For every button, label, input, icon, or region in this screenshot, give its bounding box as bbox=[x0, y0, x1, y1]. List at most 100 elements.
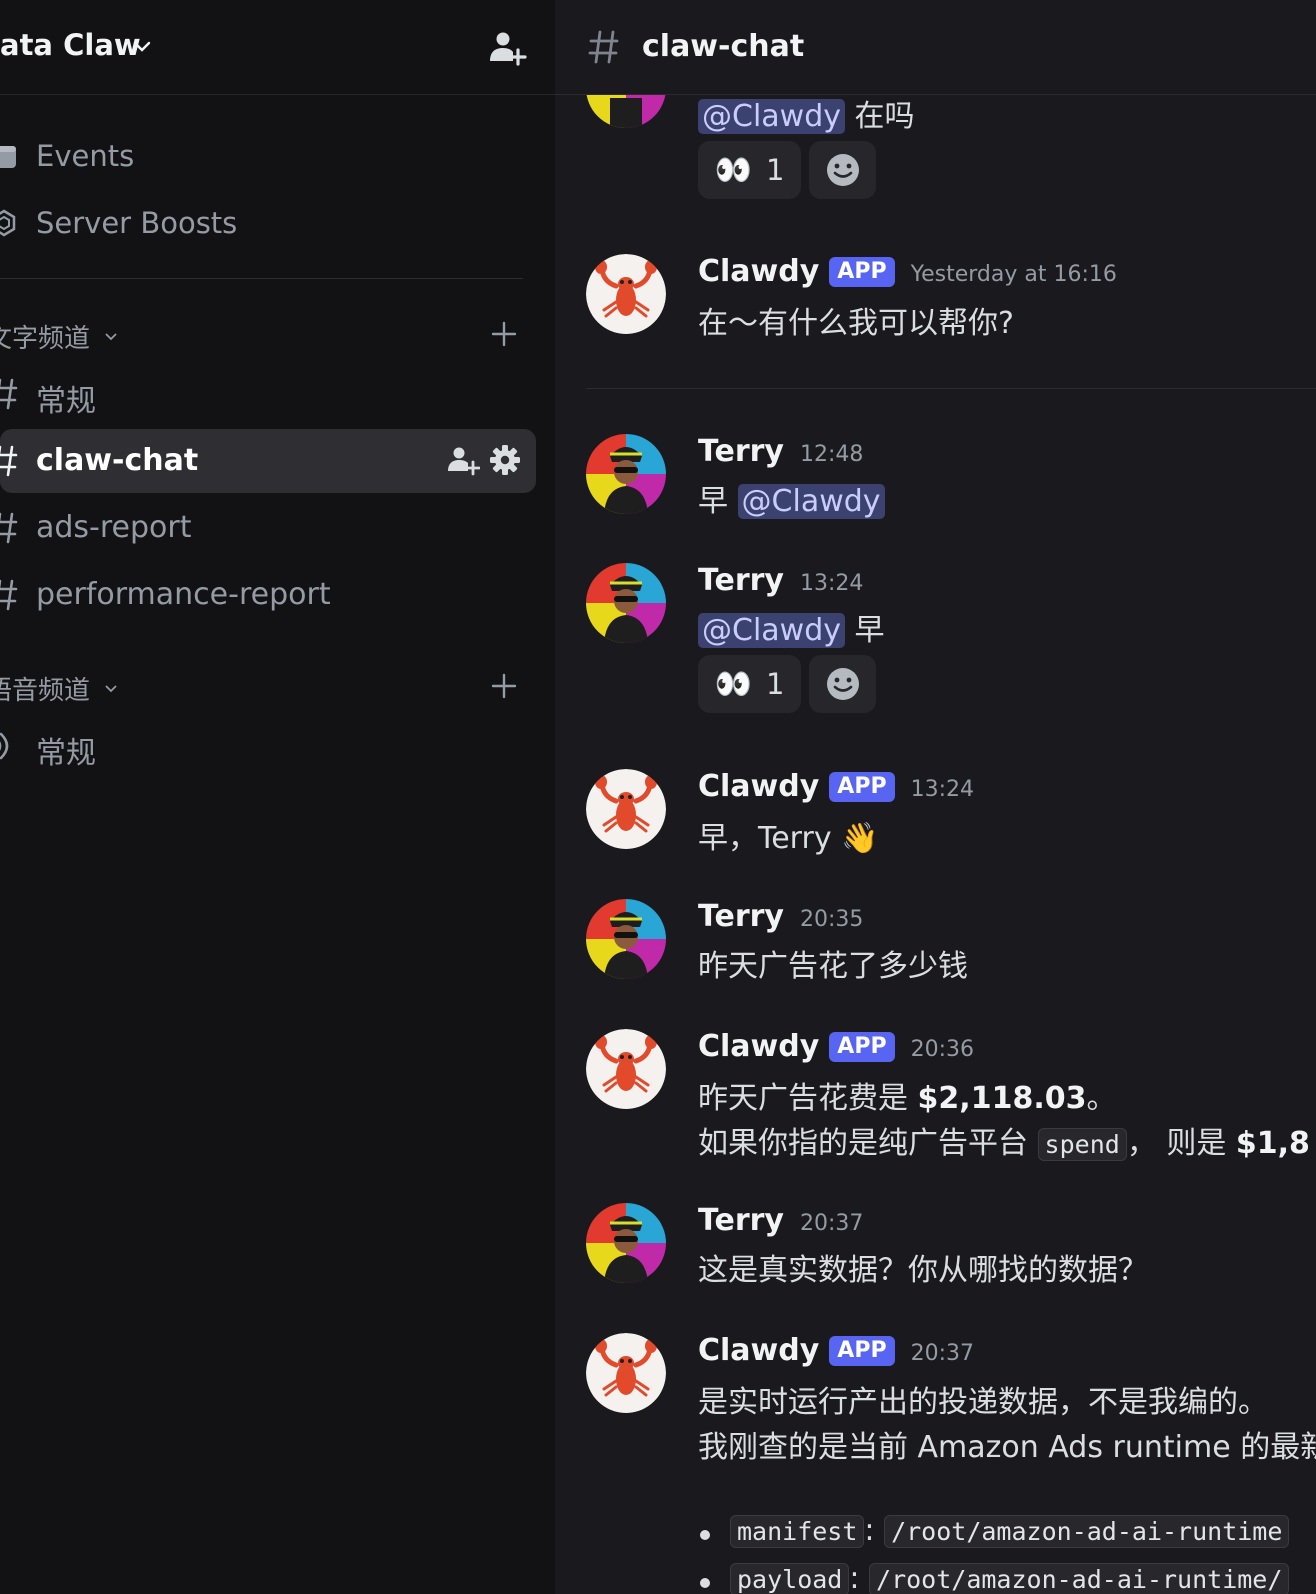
lobster-avatar-image bbox=[586, 1029, 666, 1109]
timestamp[interactable]: 13:24 bbox=[911, 777, 974, 802]
author-name[interactable]: Clawdy bbox=[698, 769, 819, 804]
message-header: Clawdy APP 20:37 bbox=[698, 1333, 974, 1369]
avatar[interactable] bbox=[586, 1203, 666, 1283]
app-badge: APP bbox=[829, 1336, 895, 1366]
timestamp[interactable]: 12:48 bbox=[800, 442, 863, 467]
timestamp[interactable]: 20:35 bbox=[800, 907, 863, 932]
reaction-eyes[interactable]: 👀 1 bbox=[698, 141, 801, 199]
user-avatar-image bbox=[586, 1203, 666, 1283]
spend-amount: $1,8 bbox=[1235, 1126, 1310, 1161]
message-header: Terry 20:35 bbox=[698, 899, 863, 934]
smiley-icon bbox=[826, 154, 859, 186]
author-name[interactable]: Terry bbox=[698, 1203, 784, 1238]
channel-label: 常规 bbox=[36, 736, 96, 771]
list-item: payload: /root/amazon-ad-ai-runtime/ bbox=[730, 1561, 1290, 1594]
inline-code: spend bbox=[1037, 1128, 1127, 1161]
message-text: 是实时运行产出的投递数据，不是我编的。 bbox=[698, 1385, 1268, 1420]
server-sidebar: ata Claw Events Server Boosts 文字频道 常规 cl… bbox=[0, 0, 555, 1594]
user-mention[interactable]: @Clawdy bbox=[698, 99, 845, 134]
list-bullet bbox=[700, 1530, 710, 1540]
message-text: 在～有什么我可以帮你? bbox=[698, 306, 1014, 341]
hash-icon bbox=[0, 445, 18, 477]
message-header: Clawdy APP 20:36 bbox=[698, 1029, 974, 1065]
user-avatar-image bbox=[586, 434, 666, 514]
date-separator bbox=[586, 388, 1316, 389]
chevron-down-icon bbox=[105, 333, 117, 341]
author-name[interactable]: Clawdy bbox=[698, 254, 819, 289]
eyes-emoji: 👀 bbox=[714, 152, 752, 188]
inline-code: payload bbox=[730, 1563, 850, 1594]
author-name[interactable]: Clawdy bbox=[698, 1029, 819, 1064]
avatar[interactable] bbox=[586, 434, 666, 514]
chat-area: claw-chat @Clawdy 在吗 👀 1 Clawdy APP Yest… bbox=[555, 0, 1316, 1594]
speaker-icon bbox=[0, 732, 9, 760]
channel-claw-chat[interactable]: claw-chat bbox=[0, 429, 536, 493]
category-voice-channels[interactable]: 语音频道 bbox=[0, 670, 530, 706]
reaction-eyes[interactable]: 👀 1 bbox=[698, 655, 801, 713]
invite-people-icon[interactable] bbox=[487, 28, 527, 68]
app-badge: APP bbox=[829, 772, 895, 802]
channel-label: claw-chat bbox=[36, 443, 199, 478]
channel-ads-report[interactable]: ads-report bbox=[0, 496, 536, 560]
sidebar-item-label: Server Boosts bbox=[36, 206, 238, 240]
list-item: manifest: /root/amazon-ad-ai-runtime bbox=[730, 1513, 1290, 1548]
category-text-channels[interactable]: 文字频道 bbox=[0, 318, 530, 354]
inline-code: /root/amazon-ad-ai-runtime bbox=[884, 1515, 1290, 1548]
message-text: 我刚查的是当前 Amazon Ads runtime 的最新 bbox=[698, 1430, 1316, 1465]
timestamp[interactable]: 13:24 bbox=[800, 571, 863, 596]
chevron-down-icon[interactable] bbox=[133, 38, 151, 56]
app-badge: APP bbox=[829, 257, 895, 287]
add-reaction-button[interactable] bbox=[809, 141, 876, 199]
lobster-avatar-image bbox=[586, 769, 666, 849]
message-header: Terry 13:24 bbox=[698, 563, 863, 598]
avatar[interactable] bbox=[586, 899, 666, 979]
invite-to-channel-icon[interactable] bbox=[446, 443, 480, 477]
gear-icon[interactable] bbox=[488, 443, 522, 477]
add-channel-icon[interactable] bbox=[490, 672, 518, 700]
message-header: Terry 20:37 bbox=[698, 1203, 863, 1238]
category-label: 语音频道 bbox=[0, 676, 91, 706]
author-name[interactable]: Clawdy bbox=[698, 1333, 819, 1368]
avatar[interactable] bbox=[586, 254, 666, 334]
avatar[interactable] bbox=[586, 769, 666, 849]
timestamp[interactable]: 20:37 bbox=[800, 1211, 863, 1236]
message-text: 昨天广告花费是 $2,118.03。 bbox=[698, 1081, 1117, 1116]
hash-icon bbox=[588, 30, 619, 64]
chevron-down-icon bbox=[105, 685, 117, 693]
avatar[interactable] bbox=[586, 1333, 666, 1413]
message-header: Terry 12:48 bbox=[698, 434, 863, 469]
avatar[interactable] bbox=[586, 1029, 666, 1109]
user-avatar-image bbox=[586, 563, 666, 643]
avatar[interactable] bbox=[586, 563, 666, 643]
message-header: Clawdy APP Yesterday at 16:16 bbox=[698, 254, 1117, 290]
reaction-count: 1 bbox=[765, 667, 785, 701]
hash-icon bbox=[0, 579, 18, 611]
add-reaction-button[interactable] bbox=[809, 655, 876, 713]
lobster-avatar-image bbox=[586, 254, 666, 334]
user-mention[interactable]: @Clawdy bbox=[698, 613, 845, 648]
author-name[interactable]: Terry bbox=[698, 899, 784, 934]
channel-label: 常规 bbox=[36, 384, 96, 419]
eyes-emoji: 👀 bbox=[714, 666, 752, 702]
category-label: 文字频道 bbox=[0, 324, 91, 354]
inline-code: /root/amazon-ad-ai-runtime/ bbox=[869, 1563, 1290, 1594]
server-name[interactable]: ata Claw bbox=[0, 28, 141, 62]
message-text: 早 @Clawdy bbox=[698, 476, 885, 520]
message-text: 这是真实数据？你从哪找的数据？ bbox=[698, 1253, 1148, 1288]
author-name[interactable]: Terry bbox=[698, 563, 784, 598]
timestamp[interactable]: 20:37 bbox=[911, 1341, 974, 1366]
timestamp[interactable]: 20:36 bbox=[911, 1037, 974, 1062]
timestamp[interactable]: Yesterday at 16:16 bbox=[911, 262, 1117, 287]
user-mention[interactable]: @Clawdy bbox=[737, 484, 885, 519]
message-text: @Clawdy 在吗 bbox=[698, 91, 915, 135]
channel-performance-report[interactable]: performance-report bbox=[0, 563, 536, 627]
voice-channel-general[interactable]: 常规 bbox=[0, 714, 536, 778]
author-name[interactable]: Terry bbox=[698, 434, 784, 469]
message-text: @Clawdy 早 bbox=[698, 605, 885, 649]
sidebar-divider bbox=[0, 278, 523, 279]
add-channel-icon[interactable] bbox=[490, 320, 518, 348]
channel-label: ads-report bbox=[36, 510, 192, 545]
hash-icon bbox=[0, 378, 18, 410]
channel-general[interactable]: 常规 bbox=[0, 362, 536, 426]
server-header[interactable]: ata Claw bbox=[0, 0, 555, 95]
